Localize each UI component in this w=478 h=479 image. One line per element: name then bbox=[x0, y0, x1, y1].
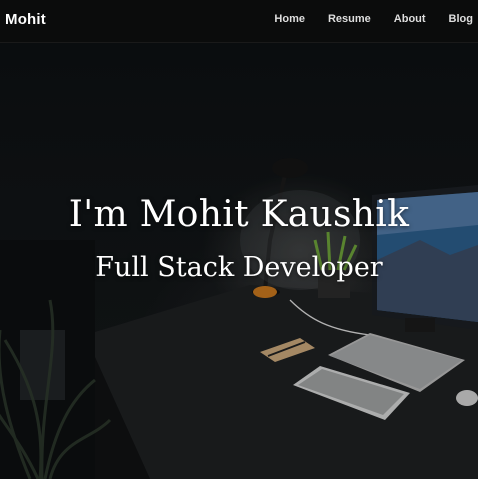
brand-logo[interactable]: Mohit bbox=[5, 11, 46, 28]
hero-background-image bbox=[0, 0, 478, 479]
hero-subtitle: Full Stack Developer bbox=[95, 252, 383, 283]
hero-title: I'm Mohit Kaushik bbox=[68, 194, 410, 235]
nav-link-resume[interactable]: Resume bbox=[328, 13, 371, 25]
nav-links: Home Resume About Blog bbox=[274, 13, 473, 25]
hero-section: I'm Mohit Kaushik Full Stack Developer bbox=[0, 0, 478, 479]
nav-link-about[interactable]: About bbox=[394, 13, 426, 25]
top-navbar: Mohit Home Resume About Blog bbox=[0, 0, 478, 43]
nav-link-home[interactable]: Home bbox=[274, 13, 305, 25]
nav-link-blog[interactable]: Blog bbox=[449, 13, 473, 25]
